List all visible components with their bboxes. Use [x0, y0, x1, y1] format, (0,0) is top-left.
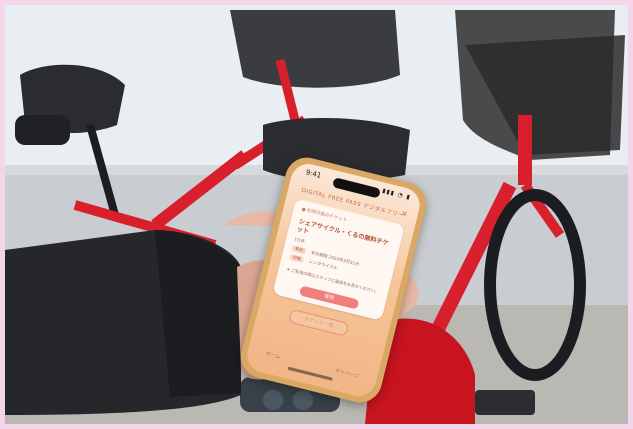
photograph: 9:41 ▮▮▮ ◔ ▮ DIGITAL FREE PASS デジタルフリー ×… — [5, 5, 628, 424]
validity-tag: 有効 — [291, 245, 307, 255]
ticket-card: ● 利用可能のチケット シェアサイクル・くるの無料チケット 1日券 有効 有効期… — [272, 198, 405, 321]
target-tag: 対象 — [289, 253, 305, 264]
ticket-list-button[interactable]: チケット一覧 — [287, 308, 350, 337]
status-time: 9:41 — [304, 168, 323, 180]
nav-home[interactable]: ホーム — [265, 350, 281, 360]
status-icons: ▮▮▮ ◔ ▮ — [381, 187, 412, 202]
home-indicator — [287, 366, 333, 381]
use-ticket-button[interactable]: 使用 — [298, 285, 360, 310]
close-icon[interactable]: × — [400, 209, 409, 219]
nav-mypage[interactable]: マイページ — [334, 367, 360, 380]
image-frame: 9:41 ▮▮▮ ◔ ▮ DIGITAL FREE PASS デジタルフリー ×… — [0, 0, 633, 429]
